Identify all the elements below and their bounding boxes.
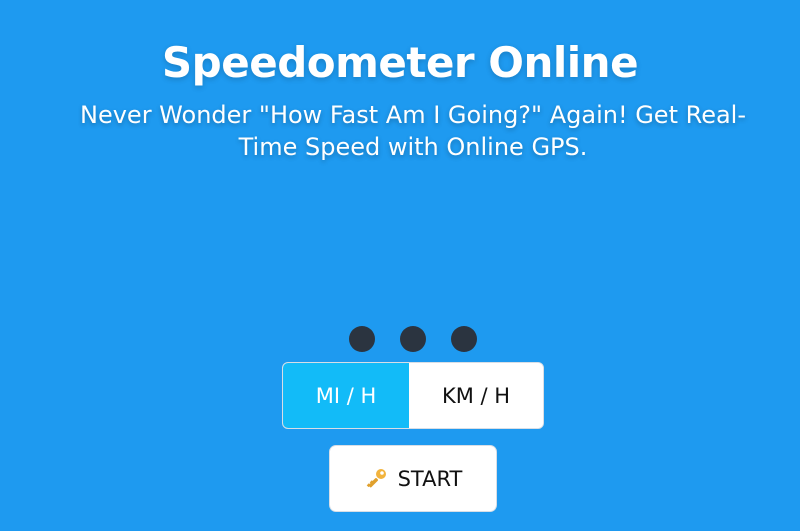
unit-kmh-button[interactable]: KM / H — [409, 363, 543, 428]
key-icon — [364, 467, 388, 491]
start-button[interactable]: START — [329, 445, 497, 512]
page-title: Speedometer Online — [161, 38, 639, 87]
page-subtitle: Never Wonder "How Fast Am I Going?" Agai… — [80, 101, 746, 161]
unit-mph-button[interactable]: MI / H — [283, 363, 409, 428]
loading-dot — [349, 326, 375, 352]
loading-dot — [451, 326, 477, 352]
loading-dot — [400, 326, 426, 352]
start-button-label: START — [397, 466, 463, 491]
unit-toggle: MI / H KM / H — [282, 362, 544, 429]
loading-indicator — [349, 326, 479, 352]
